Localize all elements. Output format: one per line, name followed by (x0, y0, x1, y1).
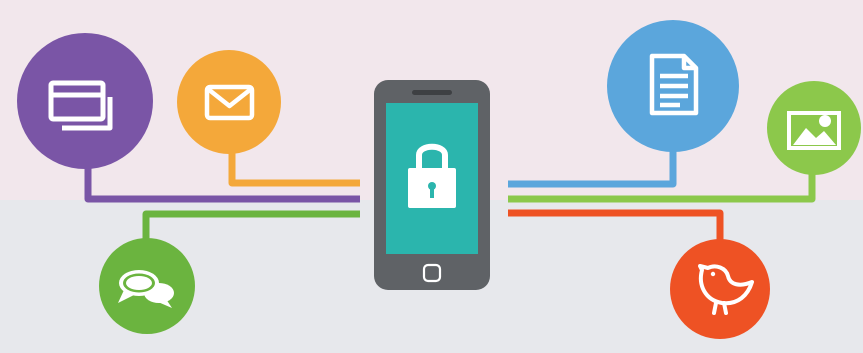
phone-speaker (412, 90, 452, 95)
diagram-canvas (0, 0, 863, 353)
smartphone (374, 80, 490, 290)
node-cards (17, 33, 153, 169)
node-chat (99, 238, 195, 334)
security-diagram (0, 0, 863, 353)
node-mail (177, 50, 281, 154)
node-document (607, 20, 739, 152)
node-photo (767, 81, 861, 175)
node-bird (670, 239, 770, 339)
